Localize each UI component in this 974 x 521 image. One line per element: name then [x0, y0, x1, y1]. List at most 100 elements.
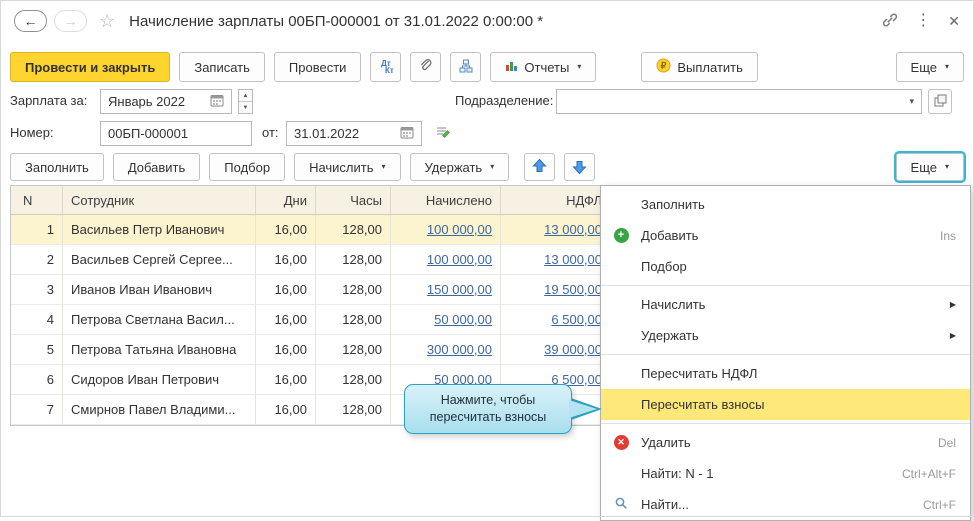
cell-accrued[interactable]: 100 000,00: [391, 215, 501, 245]
date-input[interactable]: 31.01.2022: [286, 121, 422, 146]
cell-n[interactable]: 2: [11, 245, 63, 275]
related-documents-button[interactable]: [450, 52, 482, 82]
cell-hours[interactable]: 128,00: [316, 335, 391, 365]
cell-employee[interactable]: Сидоров Иван Петрович: [63, 365, 256, 395]
forward-button[interactable]: →: [54, 10, 87, 32]
cell-ndfl[interactable]: 13 000,00: [501, 215, 611, 245]
paperclip-icon: [418, 58, 433, 76]
withhold-button[interactable]: Удержать ▾: [409, 153, 510, 181]
post-button[interactable]: Провести: [273, 52, 362, 82]
ndfl-link[interactable]: 13 000,00: [544, 252, 602, 267]
ndfl-link[interactable]: 6 500,00: [551, 312, 602, 327]
column-header-days[interactable]: Дни: [256, 186, 316, 215]
move-down-button[interactable]: [564, 153, 596, 181]
cell-hours[interactable]: 128,00: [316, 305, 391, 335]
accrued-link[interactable]: 100 000,00: [427, 252, 492, 267]
dtkt-postings-button[interactable]: Дт Кт: [370, 52, 402, 82]
cell-employee[interactable]: Иванов Иван Иванович: [63, 275, 256, 305]
ndfl-link[interactable]: 39 000,00: [544, 342, 602, 357]
menu-item-accrue[interactable]: Начислить ▶: [601, 289, 970, 320]
table-more-button[interactable]: Еще ▾: [895, 153, 964, 181]
chevron-down-icon[interactable]: ▾: [909, 96, 914, 107]
toolbar-more-button[interactable]: Еще ▾: [895, 52, 964, 82]
menu-item-recalc-contributions[interactable]: Пересчитать взносы: [601, 389, 970, 420]
cell-hours[interactable]: 128,00: [316, 275, 391, 305]
cell-ndfl[interactable]: 19 500,00: [501, 275, 611, 305]
menu-item-find[interactable]: Найти... Ctrl+F: [601, 489, 970, 520]
accrued-link[interactable]: 50 000,00: [434, 312, 492, 327]
cell-ndfl[interactable]: 39 000,00: [501, 335, 611, 365]
cell-days[interactable]: 16,00: [256, 275, 316, 305]
cell-hours[interactable]: 128,00: [316, 365, 391, 395]
cell-accrued[interactable]: 300 000,00: [391, 335, 501, 365]
cell-n[interactable]: 4: [11, 305, 63, 335]
menu-item-pick[interactable]: Подбор: [601, 251, 970, 282]
calendar-icon[interactable]: [400, 126, 414, 142]
ndfl-link[interactable]: 13 000,00: [544, 222, 602, 237]
favorite-star-icon[interactable]: ☆: [99, 12, 115, 30]
move-up-button[interactable]: [524, 153, 556, 181]
cell-days[interactable]: 16,00: [256, 395, 316, 425]
window-more-icon[interactable]: ⋮: [915, 13, 931, 29]
pick-button[interactable]: Подбор: [209, 153, 286, 181]
cell-days[interactable]: 16,00: [256, 335, 316, 365]
title-bar: ← → ☆ Начисление зарплаты 00БП-000001 от…: [0, 0, 974, 42]
cell-n[interactable]: 6: [11, 365, 63, 395]
post-and-close-button[interactable]: Провести и закрыть: [10, 52, 171, 82]
menu-item-find-value[interactable]: Найти: N - 1 Ctrl+Alt+F: [601, 458, 970, 489]
column-header-employee[interactable]: Сотрудник: [63, 186, 256, 215]
calendar-icon[interactable]: [210, 94, 224, 110]
cell-hours[interactable]: 128,00: [316, 395, 391, 425]
column-header-accrued[interactable]: Начислено: [391, 186, 501, 215]
department-combobox[interactable]: ▾: [556, 89, 922, 114]
cell-accrued[interactable]: 50 000,00: [391, 305, 501, 335]
cell-n[interactable]: 7: [11, 395, 63, 425]
edit-list-button[interactable]: [430, 121, 456, 146]
menu-item-fill[interactable]: Заполнить: [601, 189, 970, 220]
accrued-link[interactable]: 150 000,00: [427, 282, 492, 297]
cell-employee[interactable]: Петрова Светлана Васил...: [63, 305, 256, 335]
accrued-link[interactable]: 100 000,00: [427, 222, 492, 237]
cell-employee[interactable]: Васильев Сергей Сергее...: [63, 245, 256, 275]
salary-for-input[interactable]: Январь 2022: [100, 89, 232, 114]
cell-days[interactable]: 16,00: [256, 305, 316, 335]
close-icon[interactable]: ✕: [948, 13, 960, 30]
accrued-link[interactable]: 300 000,00: [427, 342, 492, 357]
date-label: от:: [262, 125, 279, 140]
fill-button[interactable]: Заполнить: [10, 153, 104, 181]
back-button[interactable]: ←: [14, 10, 47, 32]
cell-n[interactable]: 3: [11, 275, 63, 305]
cell-employee[interactable]: Петрова Татьяна Ивановна: [63, 335, 256, 365]
cell-ndfl[interactable]: 6 500,00: [501, 305, 611, 335]
menu-item-add[interactable]: + Добавить Ins: [601, 220, 970, 251]
cell-n[interactable]: 1: [11, 215, 63, 245]
menu-item-delete[interactable]: ✕ Удалить Del: [601, 427, 970, 458]
menu-item-recalc-ndfl[interactable]: Пересчитать НДФЛ: [601, 358, 970, 389]
department-open-button[interactable]: [928, 89, 952, 114]
cell-days[interactable]: 16,00: [256, 365, 316, 395]
cell-employee[interactable]: Васильев Петр Иванович: [63, 215, 256, 245]
column-header-ndfl[interactable]: НДФЛ: [501, 186, 611, 215]
number-input[interactable]: 00БП-000001: [100, 121, 252, 146]
cell-days[interactable]: 16,00: [256, 245, 316, 275]
add-row-button[interactable]: Добавить: [112, 153, 201, 181]
reports-button[interactable]: Отчеты ▾: [490, 52, 597, 82]
cell-hours[interactable]: 128,00: [316, 245, 391, 275]
cell-accrued[interactable]: 150 000,00: [391, 275, 501, 305]
cell-employee[interactable]: Смирнов Павел Владими...: [63, 395, 256, 425]
attachments-button[interactable]: [410, 52, 442, 82]
cell-accrued[interactable]: 100 000,00: [391, 245, 501, 275]
link-icon[interactable]: [882, 12, 898, 31]
pay-button[interactable]: ₽ Выплатить: [641, 52, 758, 82]
period-stepper[interactable]: ▲ ▼: [238, 89, 253, 114]
save-button[interactable]: Записать: [179, 52, 265, 82]
ndfl-link[interactable]: 19 500,00: [544, 282, 602, 297]
column-header-n[interactable]: N: [11, 186, 63, 215]
accrue-button[interactable]: Начислить ▾: [294, 153, 401, 181]
cell-days[interactable]: 16,00: [256, 215, 316, 245]
cell-ndfl[interactable]: 13 000,00: [501, 245, 611, 275]
cell-hours[interactable]: 128,00: [316, 215, 391, 245]
column-header-hours[interactable]: Часы: [316, 186, 391, 215]
cell-n[interactable]: 5: [11, 335, 63, 365]
menu-item-withhold[interactable]: Удержать ▶: [601, 320, 970, 351]
